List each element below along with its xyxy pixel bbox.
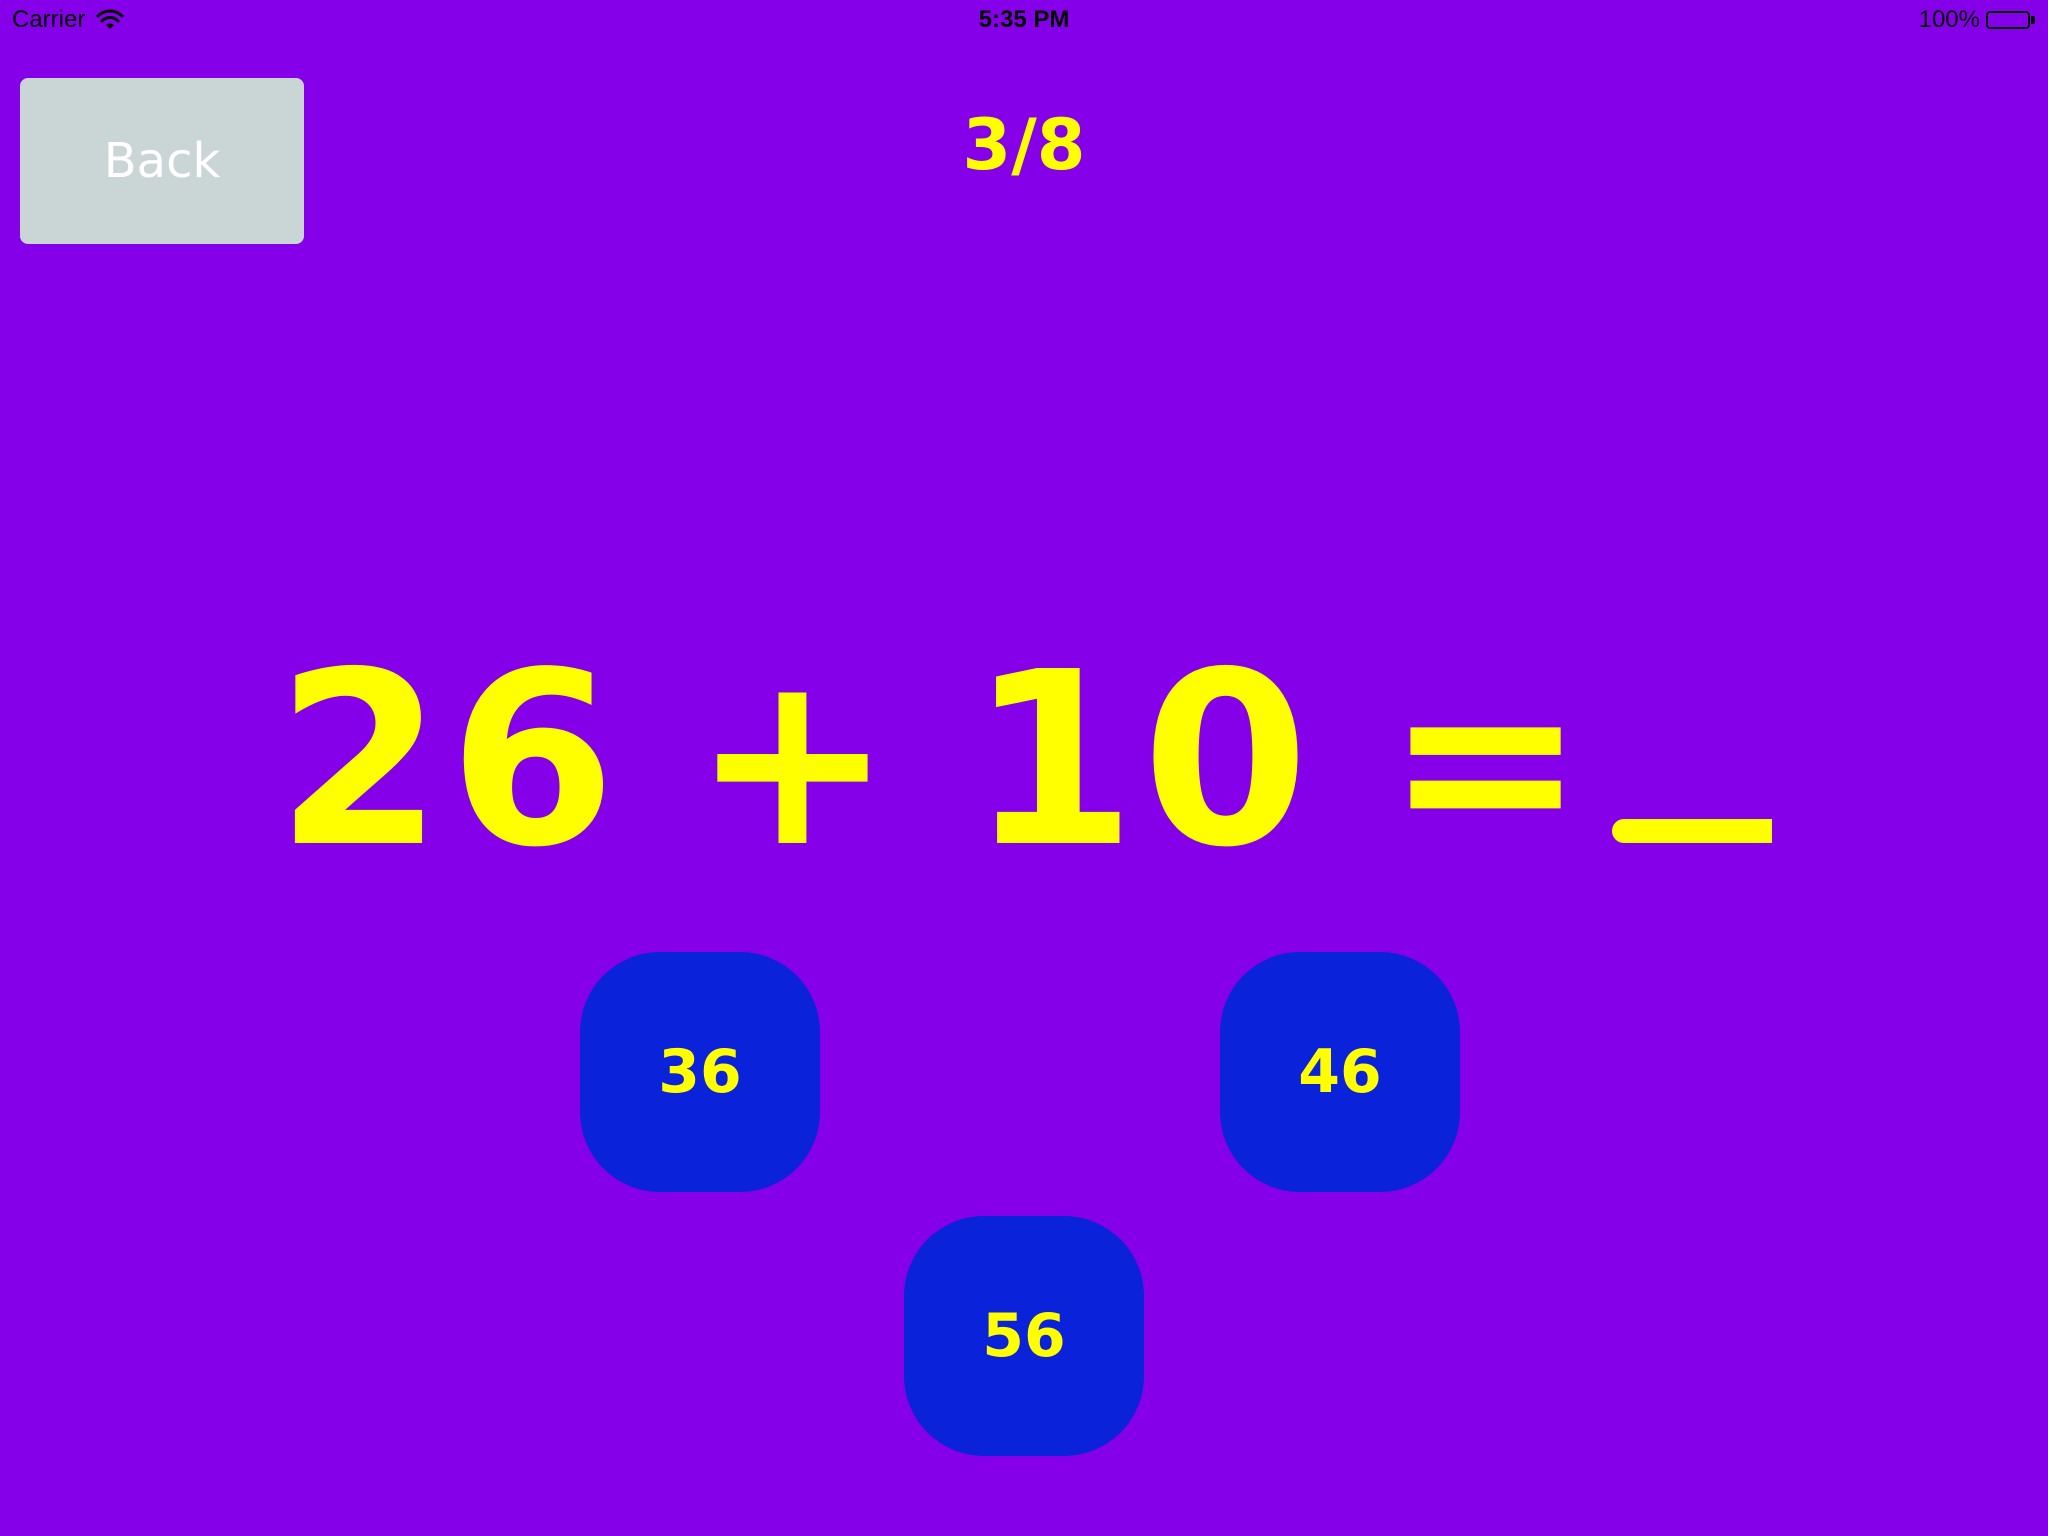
progress-counter: 3/8	[962, 104, 1086, 186]
answer-button-2[interactable]: 46	[1220, 952, 1460, 1192]
equals-sign: =	[1384, 620, 1593, 900]
battery-percent: 100%	[1918, 6, 1980, 33]
status-right: 100%	[1919, 6, 2038, 34]
operand-a: 26	[275, 620, 622, 900]
battery-icon	[1986, 9, 2038, 31]
answer-blank	[1612, 819, 1773, 843]
answer-button-1[interactable]: 36	[580, 952, 820, 1192]
equation: 26 +10 =	[0, 640, 2048, 880]
operator: +	[691, 620, 899, 900]
operand-b: 10	[969, 620, 1315, 900]
status-bar: Carrier 5:35 PM 100%	[0, 0, 2048, 40]
status-time: 5:35 PM	[978, 6, 1070, 33]
answer-button-3[interactable]: 56	[904, 1216, 1144, 1456]
